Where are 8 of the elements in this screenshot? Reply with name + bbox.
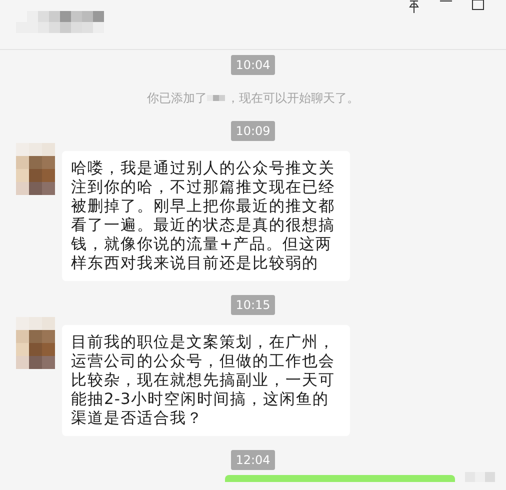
timestamp: 10:09	[230, 121, 276, 141]
system-message: 你已添加了	[147, 90, 207, 107]
system-message: ，现在可以开始聊天了。	[227, 90, 359, 107]
message-bubble: 哈喽，我是通过别人的公众号推文关注到你的哈，不过那篇推文现在已经被删掉了。刚早上把你最近的推文都看了一遍。最近的状态是真的很想搞钱，就像你说的流量+产品。但这两样东西对我来说目前还是比较弱的	[62, 151, 350, 281]
timestamp: 10:04	[230, 55, 276, 75]
message-bubble: 目前我的职位是文案策划，在广州，运营公司的公众号，但做的工作也会比较杂，现在就想先搞副业，一天可能抽2-3小时空闲时间搞，这闲鱼的渠道是否适合我？	[62, 325, 350, 436]
timestamp: 12:04	[230, 450, 276, 470]
timestamp: 10:15	[230, 295, 276, 315]
